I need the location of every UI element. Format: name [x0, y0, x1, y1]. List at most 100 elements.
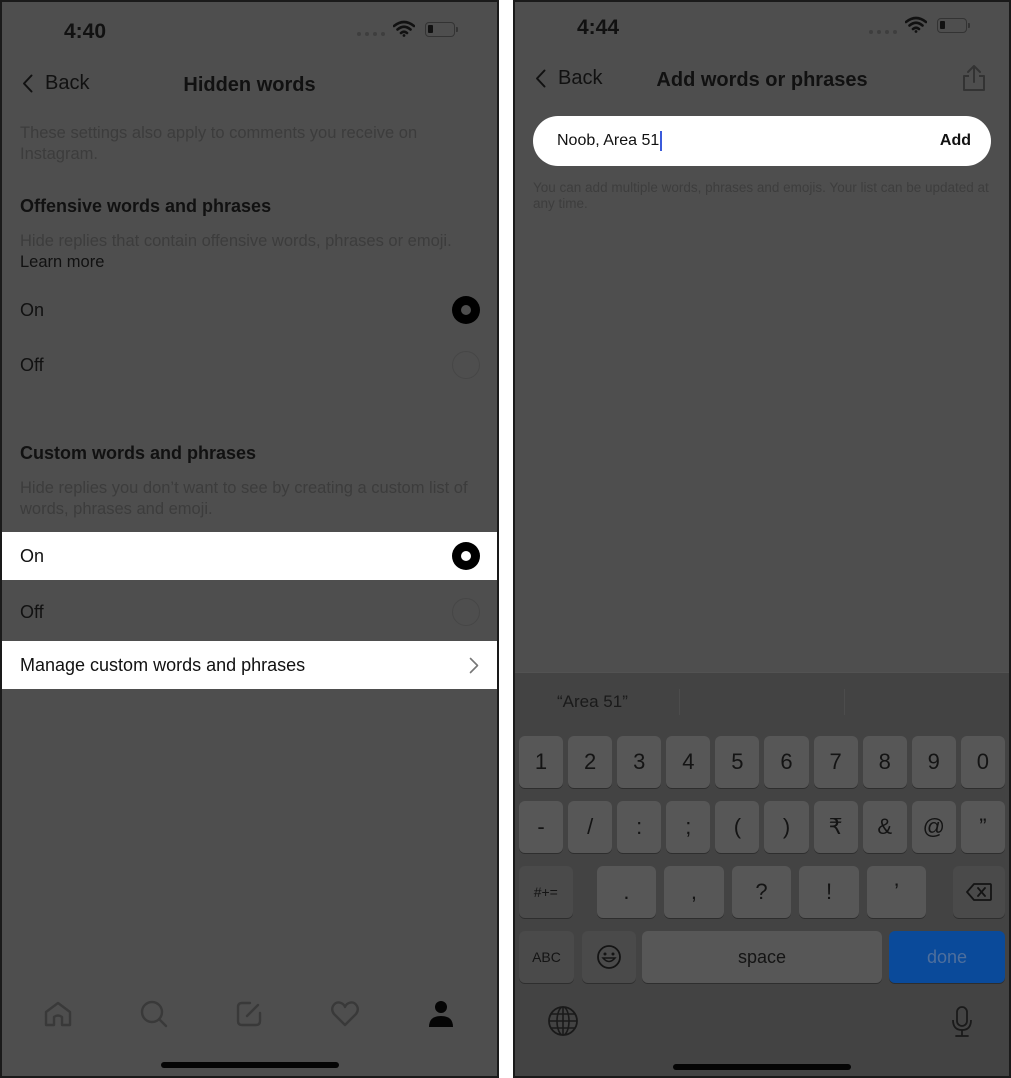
- abc-key[interactable]: ABC: [519, 931, 574, 983]
- key[interactable]: ,: [664, 866, 724, 918]
- intro-text: These settings also apply to comments yo…: [20, 124, 418, 163]
- key[interactable]: 6: [764, 736, 809, 788]
- learn-more-link[interactable]: Learn more: [20, 253, 104, 271]
- share-button[interactable]: [961, 63, 987, 98]
- keyboard-row-symbols: - / : ; ( ) ₹ & @ ”: [519, 801, 1005, 853]
- option-label: On: [20, 545, 45, 566]
- key[interactable]: 2: [568, 736, 613, 788]
- custom-off-option[interactable]: Off: [2, 588, 497, 636]
- tab-bar: [2, 992, 497, 1036]
- key[interactable]: &: [862, 801, 907, 853]
- back-label: Back: [45, 72, 90, 94]
- heart-icon: [331, 1001, 360, 1027]
- offensive-on-option[interactable]: On: [2, 286, 497, 334]
- key[interactable]: ): [764, 801, 809, 853]
- globe-icon: [548, 1006, 578, 1036]
- add-words-screen: 4:44 Back Add words or phrases Noob, Are…: [513, 0, 1011, 1078]
- key[interactable]: 0: [960, 736, 1005, 788]
- offensive-section-title: Offensive words and phrases: [20, 196, 272, 216]
- offensive-off-option[interactable]: Off: [2, 341, 497, 389]
- key[interactable]: 9: [911, 736, 956, 788]
- keyboard-row-bottom: ABC space done: [519, 931, 1005, 983]
- nav-bar: Back Add words or phrases: [515, 59, 1009, 103]
- keyboard-row-numbers: 1 2 3 4 5 6 7 8 9 0: [519, 736, 1005, 788]
- globe-button[interactable]: [547, 1005, 579, 1042]
- tab-create[interactable]: [229, 994, 269, 1034]
- radio-unselected[interactable]: [452, 598, 480, 626]
- key[interactable]: ?: [731, 866, 792, 918]
- share-icon: [963, 65, 985, 91]
- radio-unselected[interactable]: [452, 351, 480, 379]
- keyboard-row-punctuation: #+= . , ? ! ’: [519, 866, 1006, 918]
- dictation-button[interactable]: [951, 1005, 973, 1044]
- signal-icon: [357, 32, 385, 36]
- key[interactable]: ₹: [813, 801, 858, 853]
- battery-icon: [425, 22, 458, 37]
- suggestion-item[interactable]: [680, 673, 844, 731]
- wifi-icon: [905, 16, 927, 33]
- status-bar: 4:40: [2, 2, 497, 62]
- radio-selected[interactable]: [452, 542, 480, 570]
- delete-key[interactable]: [953, 866, 1006, 918]
- status-time: 4:40: [64, 20, 107, 43]
- tab-search[interactable]: [134, 994, 174, 1034]
- back-button[interactable]: Back: [22, 72, 89, 95]
- home-indicator: [160, 1062, 339, 1068]
- space-key[interactable]: space: [642, 931, 882, 983]
- text-caret: [660, 131, 663, 151]
- key[interactable]: 3: [617, 736, 662, 788]
- nav-bar: Back Hidden words: [2, 64, 497, 108]
- key[interactable]: :: [617, 801, 662, 853]
- back-label: Back: [558, 67, 603, 89]
- radio-selected[interactable]: [452, 296, 480, 324]
- suggestion-item[interactable]: [845, 673, 1009, 731]
- profile-icon: [429, 1001, 454, 1027]
- manage-custom-words-label: Manage custom words and phrases: [20, 654, 306, 675]
- option-label: Off: [20, 601, 44, 622]
- key[interactable]: ”: [960, 801, 1005, 853]
- key[interactable]: 8: [862, 736, 907, 788]
- key[interactable]: -: [519, 801, 564, 853]
- key[interactable]: @: [911, 801, 956, 853]
- suggestion-item[interactable]: “Area 51”: [515, 673, 679, 731]
- symbols-toggle-key[interactable]: #+=: [519, 866, 573, 918]
- tab-home[interactable]: [38, 994, 78, 1034]
- suggestion-bar: “Area 51”: [515, 673, 1009, 731]
- key[interactable]: ;: [666, 801, 711, 853]
- hidden-words-screen: 4:40 Back Hidden words These settings al…: [0, 0, 499, 1078]
- home-indicator: [673, 1064, 851, 1070]
- key[interactable]: .: [596, 866, 657, 918]
- key[interactable]: (: [715, 801, 760, 853]
- key[interactable]: !: [799, 866, 859, 918]
- key[interactable]: 4: [666, 736, 711, 788]
- manage-custom-words-row[interactable]: Manage custom words and phrases: [2, 641, 497, 689]
- key[interactable]: /: [568, 801, 613, 853]
- create-post-icon: [237, 1001, 262, 1027]
- done-key[interactable]: done: [889, 931, 1005, 983]
- chevron-right-icon: [469, 657, 479, 673]
- status-time: 4:44: [577, 16, 620, 39]
- delete-icon: [966, 883, 993, 901]
- custom-on-option[interactable]: On: [2, 532, 497, 580]
- signal-icon: [869, 30, 897, 34]
- key[interactable]: 7: [813, 736, 858, 788]
- emoji-key[interactable]: [582, 931, 636, 983]
- key[interactable]: 5: [715, 736, 760, 788]
- back-button[interactable]: Back: [535, 67, 602, 90]
- keyboard: “Area 51” 1 2 3 4 5 6 7 8 9 0 - / : ; ( …: [515, 672, 1009, 1076]
- word-input-value: Noob, Area 51: [557, 132, 660, 149]
- add-button[interactable]: Add: [940, 132, 971, 150]
- custom-section-title: Custom words and phrases: [20, 443, 257, 463]
- wifi-icon: [393, 20, 415, 37]
- word-input-field[interactable]: Noob, Area 51 Add: [533, 116, 991, 166]
- word-input[interactable]: Noob, Area 51: [557, 131, 940, 151]
- battery-icon: [937, 18, 970, 33]
- key[interactable]: 1: [519, 736, 564, 788]
- tab-profile[interactable]: [421, 994, 461, 1034]
- option-label: Off: [20, 354, 44, 375]
- option-label: On: [20, 299, 45, 320]
- tab-activity[interactable]: [325, 994, 365, 1034]
- key[interactable]: ’: [866, 866, 927, 918]
- status-bar: 4:44: [515, 2, 1009, 62]
- offensive-description: Hide replies that contain offensive word…: [20, 231, 477, 273]
